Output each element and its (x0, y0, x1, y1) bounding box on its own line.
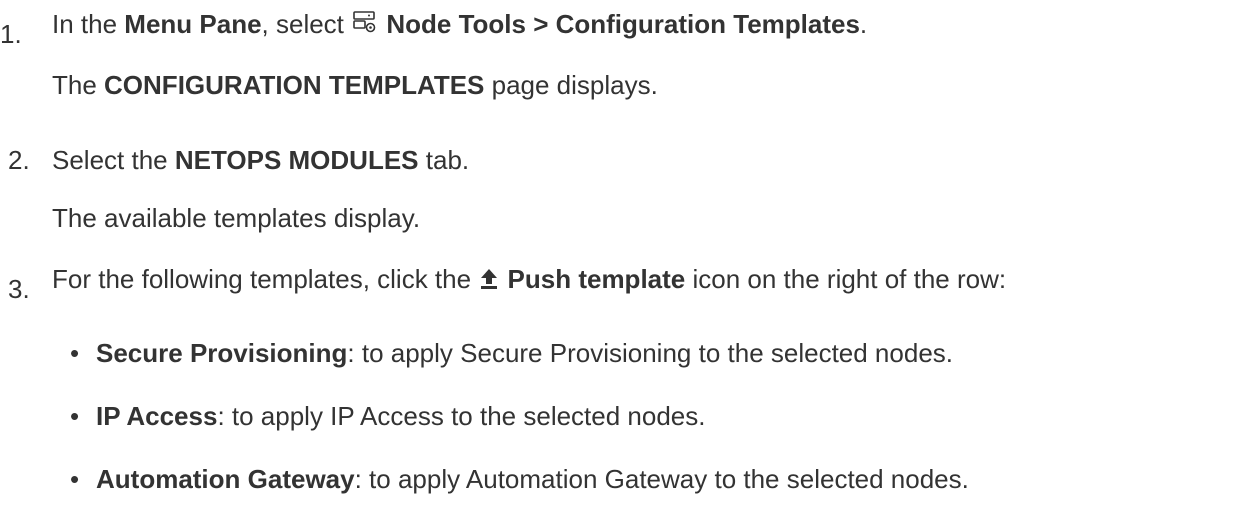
list-item: • IP Access: to apply IP Access to the se… (70, 401, 706, 431)
push-template-label: Push template (507, 264, 686, 294)
step-1-text: In the Menu Pane, select Node Tools > Co… (52, 9, 867, 42)
push-template-icon (478, 267, 500, 297)
list-item: • Secure Provisioning: to apply Secure Pr… (70, 338, 953, 368)
step-number: 3. (8, 274, 30, 304)
instruction-document: 1. In the Menu Pane, select Node Tools >… (0, 9, 1007, 494)
menu-pane-label: Menu Pane (124, 9, 262, 39)
node-tools-icon (351, 10, 379, 42)
step-3-text: For the following templates, click the P… (52, 264, 1006, 297)
list-item: • Automation Gateway: to apply Automation… (70, 464, 969, 494)
node-tools-path: Node Tools > Configuration Templates (386, 9, 860, 39)
step-2-text: Select the NETOPS MODULES tab. (52, 145, 470, 175)
step-number: 1. (0, 19, 22, 49)
step-number: 2. (8, 145, 30, 175)
configuration-templates-label: CONFIGURATION TEMPLATES (104, 70, 485, 100)
netops-modules-label: NETOPS MODULES (174, 145, 419, 175)
